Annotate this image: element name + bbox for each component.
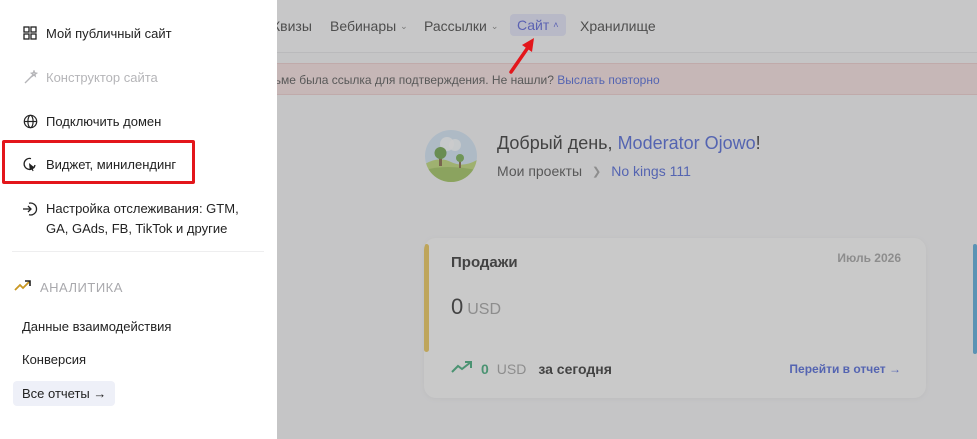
menu-item-interaction-data[interactable]: Данные взаимодействия — [22, 319, 171, 334]
annotation-arrow-icon — [509, 38, 534, 74]
annotation-highlight-box — [2, 140, 195, 184]
menu-divider — [12, 251, 264, 252]
menu-item-tracking-setup[interactable]: Настройка отслеживания: GTM, GA, GAds, F… — [22, 199, 262, 239]
menu-item-public-site[interactable]: Мой публичный сайт — [22, 25, 172, 41]
tracking-icon — [22, 201, 38, 217]
magic-wand-icon — [22, 69, 38, 85]
site-dropdown-panel: Мой публичный сайт Конструктор сайта Под… — [0, 0, 277, 439]
menu-item-connect-domain[interactable]: Подключить домен — [22, 113, 161, 129]
globe-icon — [22, 113, 38, 129]
grid-icon — [22, 25, 38, 41]
menu-item-conversion[interactable]: Конверсия — [22, 352, 86, 367]
analytics-section-header: АНАЛИТИКА — [14, 280, 123, 295]
dim-overlay[interactable] — [277, 0, 977, 439]
menu-item-site-builder: Конструктор сайта — [22, 69, 158, 85]
all-reports-button[interactable]: Все отчеты → — [13, 381, 116, 406]
trend-chart-icon — [14, 280, 32, 295]
